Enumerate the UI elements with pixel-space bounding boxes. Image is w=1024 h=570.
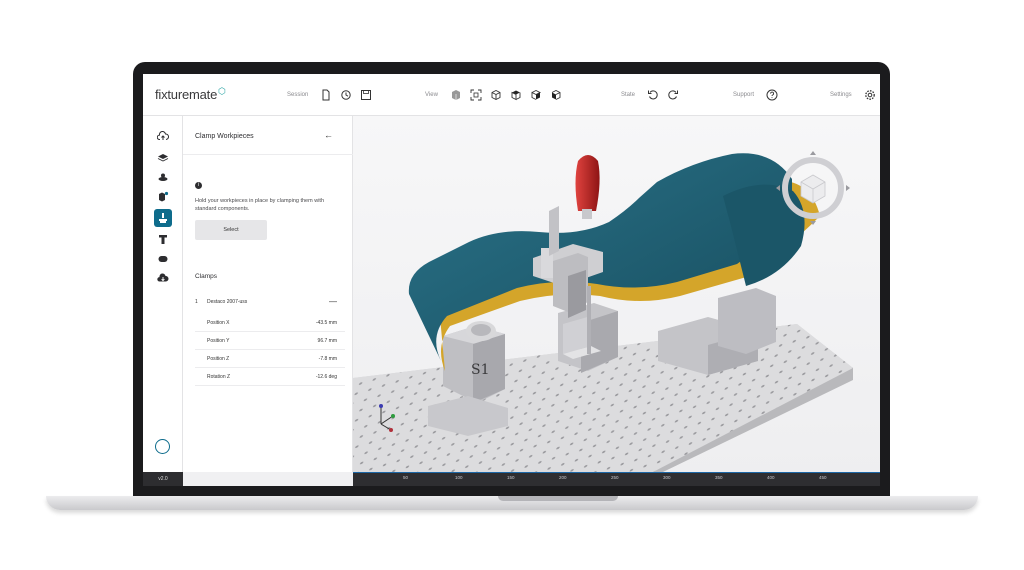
undo-icon[interactable] bbox=[647, 89, 659, 101]
clamp-row[interactable]: 1 Destaco 2007-uss — bbox=[195, 297, 345, 309]
solid-view-icon[interactable] bbox=[450, 89, 462, 101]
property-key: Position X bbox=[207, 320, 230, 326]
app-logo: fixturemate⬡ bbox=[155, 86, 226, 102]
fixture-icon[interactable] bbox=[155, 231, 171, 247]
ruler-tick: 150 bbox=[507, 475, 515, 480]
fit-view-icon[interactable] bbox=[470, 89, 482, 101]
support-label: Support bbox=[733, 92, 755, 98]
logo-text: fixture bbox=[155, 87, 190, 102]
property-key: Position Z bbox=[207, 356, 230, 362]
session-label: Session bbox=[287, 92, 309, 98]
add-part-icon[interactable] bbox=[155, 189, 171, 205]
help-icon[interactable] bbox=[766, 89, 778, 101]
fixture-scene[interactable]: S1 bbox=[353, 116, 880, 472]
ruler-tick: 450 bbox=[819, 475, 827, 480]
ruler-line bbox=[353, 472, 880, 473]
iso-view-3-icon[interactable] bbox=[530, 89, 542, 101]
support-group: Support bbox=[733, 89, 778, 101]
property-row: Position X -43.5 mm bbox=[195, 314, 345, 332]
property-key: Rotation Z bbox=[207, 374, 231, 380]
ruler-tick: 200 bbox=[559, 475, 567, 480]
view-label: View bbox=[425, 92, 438, 98]
save-icon[interactable] bbox=[360, 89, 372, 101]
select-button[interactable]: Select bbox=[195, 220, 267, 240]
gear-icon[interactable] bbox=[864, 89, 876, 101]
panel-title: Clamp Workpieces bbox=[195, 133, 254, 140]
back-arrow-icon[interactable]: ← bbox=[324, 130, 333, 140]
component-icon[interactable] bbox=[155, 251, 171, 267]
laptop-notch bbox=[498, 496, 618, 501]
state-label: State bbox=[621, 92, 636, 98]
iso-view-4-icon[interactable] bbox=[550, 89, 562, 101]
state-group: State bbox=[621, 89, 679, 101]
pedestal-marking: S1 bbox=[471, 362, 490, 378]
property-value[interactable]: 96.7 mm bbox=[318, 338, 337, 344]
ruler-bar: 50 100 150 200 250 300 350 400 450 bbox=[353, 472, 880, 486]
laptop-lid: fixturemate⬡ Session View State Support … bbox=[133, 62, 890, 496]
iso-view-2-icon[interactable] bbox=[510, 89, 522, 101]
export-icon[interactable] bbox=[155, 270, 171, 286]
property-row: Position Z -7.8 mm bbox=[195, 350, 345, 368]
clamps-heading: Clamps bbox=[195, 273, 218, 280]
clamp-handle[interactable] bbox=[575, 155, 600, 219]
clamp-index: 1 bbox=[195, 299, 198, 305]
laptop-mockup: fixturemate⬡ Session View State Support … bbox=[0, 0, 1024, 570]
3d-viewport[interactable]: S1 50 100 150 200 250 300 350 400 450 bbox=[353, 116, 880, 486]
info-icon: i bbox=[195, 182, 202, 189]
layers-icon[interactable] bbox=[155, 149, 171, 165]
laptop-base bbox=[46, 496, 978, 510]
redo-icon[interactable] bbox=[667, 89, 679, 101]
property-value[interactable]: -12.6 deg bbox=[316, 374, 337, 380]
property-row: Position Y 96.7 mm bbox=[195, 332, 345, 350]
top-toolbar: fixturemate⬡ Session View State Support … bbox=[143, 74, 880, 116]
view-group: View bbox=[425, 89, 562, 101]
collapse-icon[interactable]: — bbox=[329, 297, 337, 306]
ruler-tick: 100 bbox=[455, 475, 463, 480]
clamp-icon[interactable] bbox=[154, 209, 172, 227]
workpiece-icon[interactable] bbox=[155, 169, 171, 185]
ruler-tick: 350 bbox=[715, 475, 723, 480]
logo-hex-icon: ⬡ bbox=[218, 86, 226, 96]
property-key: Position Y bbox=[207, 338, 230, 344]
clamp-workpieces-panel: Clamp Workpieces ← i Hold your workpiece… bbox=[183, 116, 353, 486]
panel-description: Hold your workpieces in place by clampin… bbox=[195, 198, 325, 212]
tool-rail: v2.0 bbox=[143, 116, 183, 486]
session-group: Session bbox=[287, 89, 372, 101]
ruler-tick: 400 bbox=[767, 475, 775, 480]
iso-view-1-icon[interactable] bbox=[490, 89, 502, 101]
version-label: v2.0 bbox=[143, 472, 183, 486]
user-avatar-icon[interactable] bbox=[155, 439, 170, 454]
panel-footer bbox=[183, 472, 353, 486]
ruler-tick: 250 bbox=[611, 475, 619, 480]
app-screen: fixturemate⬡ Session View State Support … bbox=[143, 74, 880, 486]
panel-divider bbox=[183, 154, 353, 155]
property-row: Rotation Z -12.6 deg bbox=[195, 368, 345, 386]
settings-group: Settings bbox=[830, 89, 876, 101]
history-icon[interactable] bbox=[340, 89, 352, 101]
ruler-tick: 300 bbox=[663, 475, 671, 480]
property-value[interactable]: -43.5 mm bbox=[316, 320, 337, 326]
ruler-tick: 50 bbox=[403, 475, 409, 480]
new-file-icon[interactable] bbox=[320, 89, 332, 101]
property-value[interactable]: -7.8 mm bbox=[319, 356, 337, 362]
clamp-name: Destaco 2007-uss bbox=[207, 299, 248, 305]
upload-icon[interactable] bbox=[155, 128, 171, 144]
logo-text-2: mate bbox=[189, 87, 218, 102]
settings-label: Settings bbox=[830, 92, 852, 98]
